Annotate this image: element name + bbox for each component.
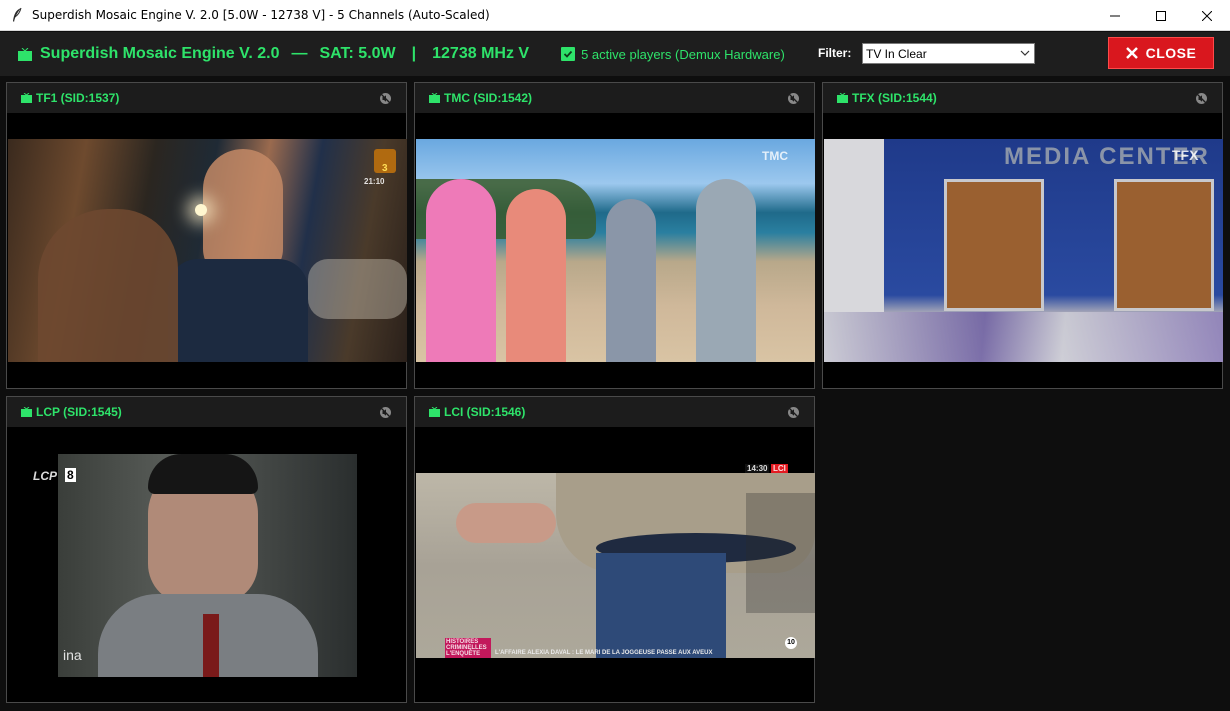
channel-logo: LCI bbox=[771, 464, 788, 473]
close-button[interactable]: CLOSE bbox=[1108, 37, 1214, 69]
channel-badge: 3 bbox=[382, 163, 388, 174]
channel-panel-tfx[interactable]: TFX (SID:1544) MEDIA CENTER TFX bbox=[822, 82, 1223, 389]
archive-logo: ina bbox=[63, 647, 82, 663]
muted-speaker-icon[interactable] bbox=[379, 406, 392, 424]
main-toolbar: Superdish Mosaic Engine V. 2.0 — SAT: 5.… bbox=[0, 32, 1230, 76]
broadcast-time: 21:10 bbox=[364, 177, 385, 186]
show-banner: HISTOIRES CRIMINELLES L'ENQUÊTE bbox=[445, 638, 491, 658]
channel-logo: TMC bbox=[762, 149, 788, 163]
player-status: 5 active players (Demux Hardware) bbox=[561, 47, 785, 62]
frequency: 12738 MHz V bbox=[432, 45, 530, 62]
channel-panel-lci[interactable]: LCI (SID:1546) 14:30 LCI HISTOIRES CRIMI… bbox=[414, 396, 815, 703]
channel-logo: TFX bbox=[1172, 147, 1199, 163]
video-feed: TMC bbox=[416, 139, 815, 362]
channel-header: TF1 (SID:1537) bbox=[7, 83, 406, 113]
checkbox-icon bbox=[561, 47, 576, 61]
tv-icon bbox=[21, 407, 32, 417]
channel-header: TMC (SID:1542) bbox=[415, 83, 814, 113]
channel-title: TFX (SID:1544) bbox=[852, 91, 937, 105]
channel-panel-lcp[interactable]: LCP (SID:1545) LCP 8 ina bbox=[6, 396, 407, 703]
filter-label: Filter: bbox=[818, 46, 852, 60]
video-feed: 3 21:10 bbox=[8, 139, 407, 362]
tv-icon bbox=[21, 93, 32, 103]
video-feed: MEDIA CENTER TFX bbox=[824, 139, 1223, 362]
minimize-button[interactable] bbox=[1092, 0, 1138, 31]
channel-header: LCI (SID:1546) bbox=[415, 397, 814, 427]
window-close-button[interactable] bbox=[1184, 0, 1230, 31]
channel-logo: LCP bbox=[33, 469, 57, 483]
muted-speaker-icon[interactable] bbox=[787, 92, 800, 110]
tv-icon bbox=[18, 47, 32, 61]
feather-icon bbox=[10, 7, 24, 23]
close-label: CLOSE bbox=[1145, 45, 1197, 61]
channel-title: TMC (SID:1542) bbox=[444, 91, 533, 105]
filter-dropdown[interactable]: TV In Clear bbox=[862, 43, 1035, 64]
muted-speaker-icon[interactable] bbox=[1195, 92, 1208, 110]
close-icon bbox=[1202, 10, 1212, 21]
header-separator: — bbox=[291, 45, 308, 62]
tv-icon bbox=[429, 407, 440, 417]
close-x-icon bbox=[1125, 47, 1138, 59]
muted-speaker-icon[interactable] bbox=[787, 406, 800, 424]
minimize-icon bbox=[1110, 15, 1120, 16]
header-separator: | bbox=[411, 45, 417, 62]
app-header: Superdish Mosaic Engine V. 2.0 — SAT: 5.… bbox=[18, 45, 529, 63]
broadcast-time: 14:30 bbox=[745, 464, 770, 473]
channel-panel-tf1[interactable]: TF1 (SID:1537) 3 21:10 bbox=[6, 82, 407, 389]
video-feed bbox=[58, 454, 357, 677]
channel-panel-tmc[interactable]: TMC (SID:1542) TMC bbox=[414, 82, 815, 389]
maximize-icon bbox=[1156, 10, 1166, 21]
channel-header: LCP (SID:1545) bbox=[7, 397, 406, 427]
channel-title: LCP (SID:1545) bbox=[36, 405, 122, 419]
channel-title: LCI (SID:1546) bbox=[444, 405, 526, 419]
rating-badge: 10 bbox=[785, 637, 797, 649]
tv-icon bbox=[429, 93, 440, 103]
tv-icon bbox=[837, 93, 848, 103]
channel-title: TF1 (SID:1537) bbox=[36, 91, 120, 105]
window-titlebar: Superdish Mosaic Engine V. 2.0 [5.0W - 1… bbox=[0, 0, 1230, 31]
channel-badge: 8 bbox=[65, 468, 76, 482]
video-feed bbox=[416, 473, 815, 658]
satellite-position: SAT: 5.0W bbox=[319, 45, 396, 62]
status-text: 5 active players (Demux Hardware) bbox=[581, 46, 785, 62]
window-title: Superdish Mosaic Engine V. 2.0 [5.0W - 1… bbox=[32, 8, 490, 22]
filter-value: TV In Clear bbox=[866, 46, 927, 61]
muted-speaker-icon[interactable] bbox=[379, 92, 392, 110]
chevron-down-icon bbox=[1020, 50, 1030, 56]
channel-header: TFX (SID:1544) bbox=[823, 83, 1222, 113]
news-ticker: L'AFFAIRE ALEXIA DAVAL : LE MARI DE LA J… bbox=[495, 650, 713, 656]
app-name: Superdish Mosaic Engine V. 2.0 bbox=[40, 45, 280, 62]
maximize-button[interactable] bbox=[1138, 0, 1184, 31]
